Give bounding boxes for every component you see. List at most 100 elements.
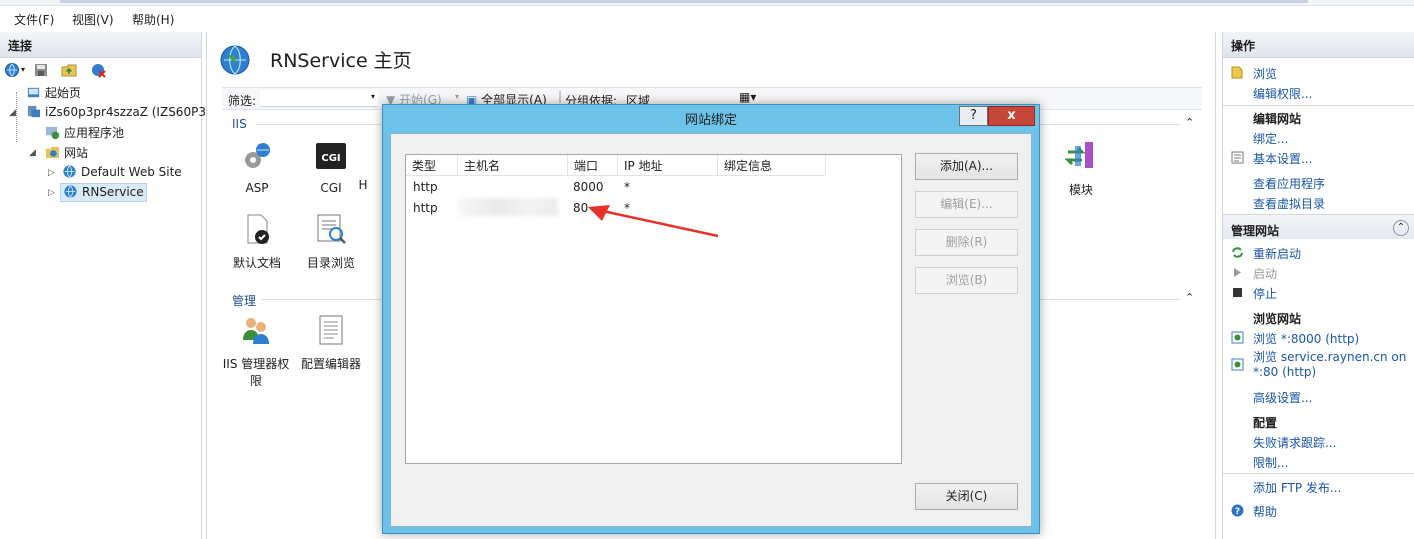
- action-browse[interactable]: 浏览: [1253, 65, 1277, 82]
- section-divider: [1040, 124, 1180, 125]
- disconnect-icon[interactable]: [90, 62, 106, 78]
- actions-separator: [1223, 105, 1414, 106]
- page-title: RNService 主页: [270, 50, 412, 72]
- menu-file[interactable]: 文件(F): [14, 11, 54, 28]
- feature-iis-manager-permissions[interactable]: IIS 管理器权限: [220, 314, 292, 389]
- feature-label: ASP: [245, 181, 269, 195]
- config-editor-icon: [319, 315, 343, 345]
- action-bindings[interactable]: 绑定...: [1253, 130, 1288, 147]
- dialog-help-button[interactable]: ?: [959, 106, 988, 126]
- action-browse-80-line2[interactable]: *:80 (http): [1253, 365, 1316, 379]
- section-title-iis: IIS: [232, 117, 247, 131]
- cell-ip: *: [624, 180, 630, 194]
- action-basic-settings[interactable]: 基本设置...: [1253, 150, 1312, 167]
- feature-default-document[interactable]: 默认文档: [222, 213, 292, 271]
- section-title-management: 管理: [232, 294, 257, 308]
- tree-item-sites[interactable]: 网站: [45, 144, 88, 162]
- dialog-title: 网站绑定: [684, 113, 737, 128]
- feature-label: IIS 管理器权限: [222, 357, 290, 388]
- modules-icon: [1064, 142, 1093, 168]
- edit-binding-button[interactable]: 编辑(E)...: [915, 191, 1018, 218]
- cell-port: 8000: [573, 180, 604, 194]
- dialog-body: 类型 主机名 端口 IP 地址 绑定信息 http 8000 * http 80…: [390, 133, 1032, 527]
- action-limits[interactable]: 限制...: [1253, 454, 1288, 471]
- action-add-ftp[interactable]: 添加 FTP 发布...: [1253, 479, 1341, 496]
- collapse-sites-icon[interactable]: ◢: [29, 148, 37, 158]
- feature-modules[interactable]: 模块: [1046, 140, 1116, 198]
- action-advanced-settings[interactable]: 高级设置...: [1253, 389, 1312, 406]
- start-dropdown-icon[interactable]: ▾: [455, 92, 459, 101]
- server-icon: [27, 105, 41, 118]
- action-restart[interactable]: 重新启动: [1253, 245, 1301, 262]
- actions-header: 操作: [1223, 32, 1414, 58]
- action-browse-8000[interactable]: 浏览 *:8000 (http): [1253, 330, 1359, 347]
- column-header-binding-info[interactable]: 绑定信息: [718, 155, 826, 176]
- tree-item-label: iZs60p3pr4szzaZ (IZS60P3P: [45, 105, 214, 119]
- connect-globe-icon[interactable]: [4, 62, 20, 78]
- column-header-port[interactable]: 端口: [568, 155, 618, 176]
- section-divider: [262, 299, 383, 300]
- basic-settings-icon: [1231, 151, 1244, 164]
- column-header-ip[interactable]: IP 地址: [618, 155, 718, 176]
- remove-binding-button[interactable]: 删除(R): [915, 229, 1018, 256]
- action-view-applications[interactable]: 查看应用程序: [1253, 175, 1325, 192]
- filter-dropdown-icon[interactable]: ▾: [371, 92, 375, 101]
- column-header-host[interactable]: 主机名: [458, 155, 568, 176]
- column-header-type[interactable]: 类型: [406, 155, 458, 176]
- save-icon[interactable]: [33, 62, 49, 78]
- expand-rnservice-icon[interactable]: ▷: [48, 188, 56, 198]
- collapse-management-icon[interactable]: ⌃: [1185, 291, 1194, 304]
- connect-dropdown-icon[interactable]: ▾: [21, 65, 25, 74]
- menu-view[interactable]: 视图(V): [72, 11, 114, 28]
- tree-item-label: 应用程序池: [64, 126, 125, 140]
- view-mode-icon[interactable]: ▦▾: [739, 90, 756, 104]
- manage-site-heading: 管理网站: [1231, 224, 1280, 238]
- action-edit-permissions[interactable]: 编辑权限...: [1253, 85, 1312, 102]
- add-binding-button[interactable]: 添加(A)...: [915, 153, 1018, 180]
- app-pool-icon: [45, 126, 60, 140]
- actions-separator: [1223, 473, 1414, 474]
- browse-icon: [1231, 66, 1243, 79]
- feature-label: H: [358, 178, 368, 192]
- directory-browsing-icon: [317, 214, 346, 244]
- collapse-iis-icon[interactable]: ⌃: [1185, 116, 1194, 129]
- stop-icon: [1233, 288, 1242, 297]
- site-bindings-dialog: 网站绑定 ? x 类型 主机名 端口 IP 地址 绑定信息 http 8000 …: [382, 104, 1040, 534]
- browse-binding-button[interactable]: 浏览(B): [915, 267, 1018, 294]
- restart-icon: [1232, 247, 1243, 258]
- globe-icon: [64, 185, 77, 198]
- action-browse-80[interactable]: 浏览 service.raynen.cn on: [1253, 348, 1406, 365]
- menu-help[interactable]: 帮助(H): [132, 11, 174, 28]
- action-start[interactable]: 启动: [1253, 265, 1277, 282]
- tree-item-start-page[interactable]: 起始页: [26, 84, 81, 102]
- expand-default-site-icon[interactable]: ▷: [48, 168, 56, 178]
- filter-input[interactable]: [260, 90, 378, 107]
- tree-item-rnservice[interactable]: RNService: [60, 183, 147, 202]
- action-stop[interactable]: 停止: [1253, 285, 1277, 302]
- connections-header: 连接: [0, 32, 201, 58]
- action-view-virtual-directories[interactable]: 查看虚拟目录: [1253, 195, 1325, 212]
- section-divider: [1040, 299, 1180, 300]
- action-failed-request-tracing[interactable]: 失败请求跟踪...: [1253, 434, 1336, 451]
- collapse-manage-site-icon[interactable]: ⌃: [1393, 220, 1409, 236]
- sites-folder-icon: [45, 146, 60, 159]
- help-icon: ?: [1231, 504, 1244, 517]
- close-dialog-button[interactable]: 关闭(C): [915, 483, 1018, 510]
- section-divider: [256, 124, 383, 125]
- default-document-icon: [247, 214, 269, 244]
- feature-directory-browsing[interactable]: 目录浏览: [296, 213, 366, 271]
- tree-line: [16, 92, 17, 142]
- edit-site-heading: 编辑网站: [1253, 112, 1302, 126]
- up-folder-icon[interactable]: [61, 62, 77, 78]
- feature-asp[interactable]: ASP: [222, 140, 292, 195]
- tree-item-default-web-site[interactable]: Default Web Site: [62, 164, 182, 182]
- tree-item-server[interactable]: iZs60p3pr4szzaZ (IZS60P3P: [26, 104, 213, 122]
- action-help[interactable]: 帮助: [1253, 503, 1277, 520]
- feature-config-editor[interactable]: 配置编辑器: [296, 314, 366, 372]
- users-icon: [243, 318, 269, 344]
- tree-item-app-pools[interactable]: 应用程序池: [45, 124, 124, 142]
- feature-label: 默认文档: [232, 256, 281, 270]
- dialog-close-icon[interactable]: x: [988, 106, 1035, 126]
- actions-panel: 操作 浏览 编辑权限... 编辑网站 绑定... 基本设置... 查看应用程序 …: [1222, 32, 1414, 539]
- feature-partial-h[interactable]: H: [343, 140, 383, 192]
